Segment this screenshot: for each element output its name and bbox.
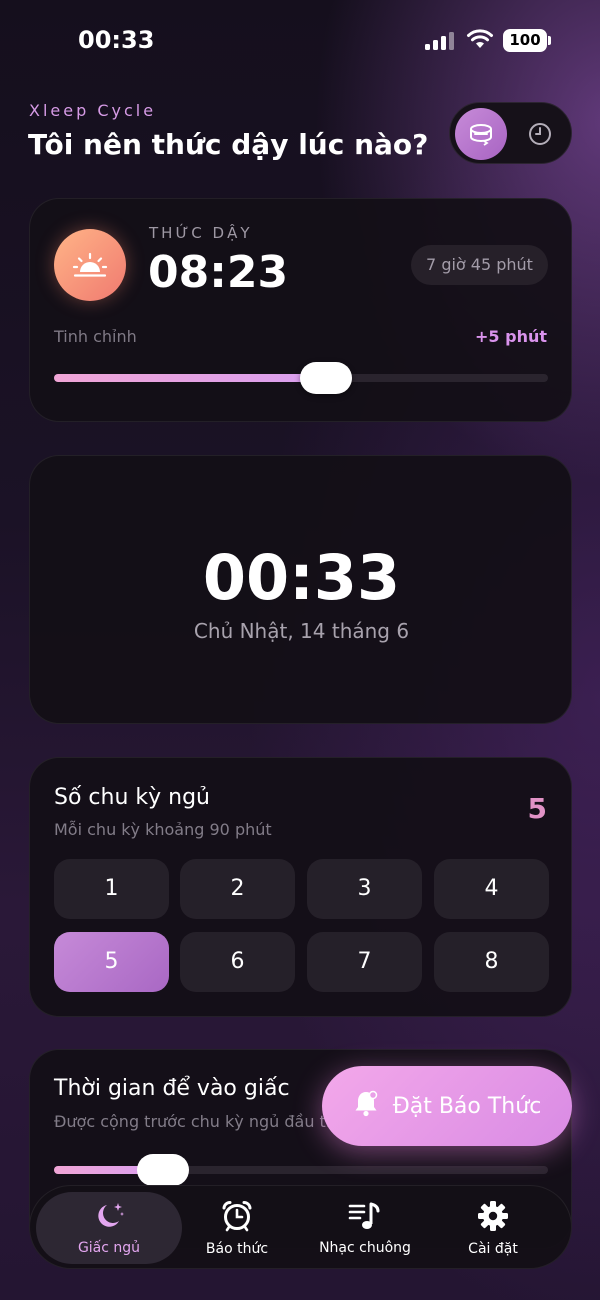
cycle-option[interactable]: 1 xyxy=(54,859,169,919)
sleep-duration-badge: 7 giờ 45 phút xyxy=(411,245,548,285)
clock-icon[interactable] xyxy=(514,108,566,160)
mode-toggle xyxy=(449,102,572,164)
bell-icon xyxy=(353,1089,379,1123)
nav-label-ringtone: Nhạc chuông xyxy=(319,1240,411,1256)
fall-asleep-subtitle: Được cộng trước chu kỳ ngủ đầu tiên xyxy=(54,1112,351,1131)
cycle-option[interactable]: 8 xyxy=(434,932,549,992)
nav-label-alarm: Báo thức xyxy=(205,1241,269,1257)
sleep-cycles-card: Số chu kỳ ngủ Mỗi chu kỳ khoảng 90 phút … xyxy=(29,757,572,1017)
fine-tune-fill xyxy=(54,374,326,382)
fine-tune-slider[interactable] xyxy=(54,362,548,394)
app-brand: Xleep Cycle xyxy=(29,101,157,120)
cycle-option[interactable]: 6 xyxy=(180,932,295,992)
gear-icon xyxy=(476,1199,510,1237)
nav-item-ringtone[interactable]: Nhạc chuông xyxy=(292,1192,438,1264)
battery-tip xyxy=(548,36,551,45)
fine-tune-value: +5 phút xyxy=(475,327,547,346)
current-time-card: 00:33 Chủ Nhật, 14 tháng 6 xyxy=(29,455,572,724)
wake-label: THỨC DẬY xyxy=(149,224,253,242)
wifi-icon xyxy=(466,28,494,50)
nav-label-settings: Cài đặt xyxy=(468,1241,518,1257)
cycle-option[interactable]: 7 xyxy=(307,932,422,992)
bed-cycle-icon[interactable] xyxy=(455,108,507,160)
wake-time-card: THỨC DẬY 08:23 7 giờ 45 phút Tinh chỉnh … xyxy=(29,198,572,422)
cycle-option[interactable]: 2 xyxy=(180,859,295,919)
nav-item-alarm[interactable]: Báo thức xyxy=(164,1192,310,1264)
status-time: 00:33 xyxy=(78,26,155,54)
nav-item-sleep[interactable]: Giấc ngủ xyxy=(36,1192,182,1264)
page-title: Tôi nên thức dậy lúc nào? xyxy=(28,128,429,161)
fine-tune-label: Tinh chỉnh xyxy=(54,327,137,346)
signal-icon xyxy=(425,32,455,50)
battery-icon: 100 xyxy=(503,29,547,52)
current-time: 00:33 xyxy=(202,541,401,614)
cycles-selected-value: 5 xyxy=(527,792,547,825)
fall-asleep-thumb[interactable] xyxy=(137,1154,189,1186)
cycle-option[interactable]: 4 xyxy=(434,859,549,919)
cycle-option[interactable]: 5 xyxy=(54,932,169,992)
set-alarm-button[interactable]: Đặt Báo Thức xyxy=(322,1066,572,1146)
fall-asleep-title: Thời gian để vào giấc xyxy=(54,1076,290,1101)
fall-asleep-slider[interactable] xyxy=(54,1154,548,1186)
music-list-icon xyxy=(347,1200,383,1236)
moon-stars-icon xyxy=(92,1200,126,1236)
set-alarm-label: Đặt Báo Thức xyxy=(392,1093,542,1119)
nav-label-sleep: Giấc ngủ xyxy=(77,1240,141,1256)
bottom-nav: Giấc ngủ Báo thức Nhạc chuông Cài đặt xyxy=(29,1185,572,1269)
sunrise-icon xyxy=(54,229,126,301)
cycle-option[interactable]: 3 xyxy=(307,859,422,919)
current-date: Chủ Nhật, 14 tháng 6 xyxy=(193,619,410,643)
cycles-subtitle: Mỗi chu kỳ khoảng 90 phút xyxy=(54,820,272,839)
nav-item-settings[interactable]: Cài đặt xyxy=(420,1192,566,1264)
fine-tune-thumb[interactable] xyxy=(300,362,352,394)
wake-time: 08:23 xyxy=(148,247,289,298)
cycles-title: Số chu kỳ ngủ xyxy=(54,785,210,810)
alarm-clock-icon xyxy=(220,1199,254,1237)
